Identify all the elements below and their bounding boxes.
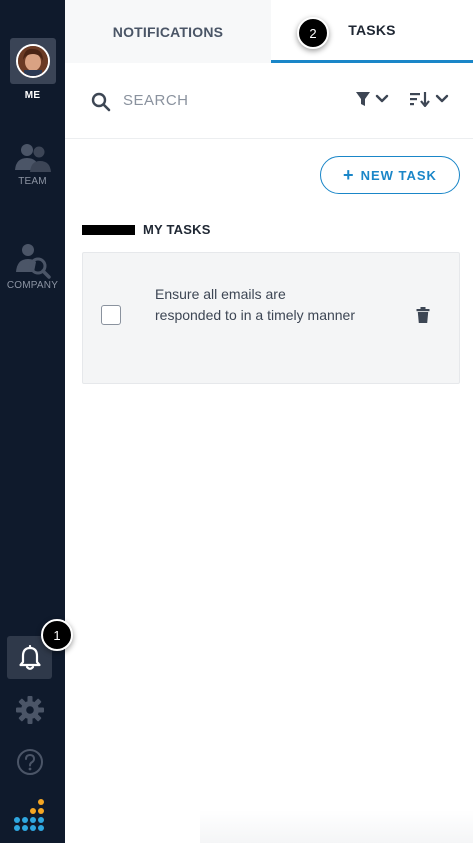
team-icon [14, 144, 51, 172]
sidebar-item-label: ME [24, 90, 41, 101]
trash-icon[interactable] [416, 307, 430, 323]
step-badge-2: 2 [297, 17, 329, 49]
sidebar-item-label: TEAM [18, 176, 47, 187]
step-badge-1: 1 [41, 619, 73, 651]
sort-icon [410, 92, 430, 107]
filter-dropdown[interactable] [355, 91, 389, 107]
bottom-fade [200, 810, 473, 843]
search-toolbar [65, 63, 473, 139]
filter-icon [356, 92, 370, 106]
chevron-down-icon [375, 94, 389, 103]
logo-icon [14, 799, 44, 831]
task-checkbox[interactable] [101, 305, 121, 325]
gear-icon[interactable] [14, 694, 46, 726]
sidebar-item-label: COMPANY [6, 280, 59, 291]
plus-icon: + [343, 164, 355, 185]
task-card: Ensure all emails are responded to in a … [82, 252, 460, 384]
bell-icon [18, 644, 41, 670]
tab-notifications[interactable]: NOTIFICATIONS [65, 0, 271, 63]
search-icon [91, 92, 111, 112]
avatar [15, 44, 50, 78]
new-task-label: NEW TASK [360, 167, 437, 183]
sidebar-item-me[interactable]: ME [0, 38, 65, 101]
tab-bar: NOTIFICATIONS TASKS [65, 0, 473, 63]
help-icon[interactable] [16, 748, 44, 776]
new-task-button[interactable]: + NEW TASK [320, 156, 460, 194]
redacted-block [82, 225, 135, 235]
search-input[interactable] [123, 87, 323, 113]
sidebar-item-team[interactable]: TEAM [0, 140, 65, 187]
sidebar: ME TEAM COMPANY [0, 0, 65, 843]
chevron-down-icon [435, 94, 449, 103]
avatar-container [9, 38, 56, 84]
sidebar-item-company[interactable]: COMPANY [0, 240, 65, 291]
company-search-icon [15, 244, 51, 279]
section-title: MY TASKS [143, 222, 211, 237]
task-text: Ensure all emails are responded to in a … [155, 286, 355, 323]
sort-dropdown[interactable] [409, 91, 449, 107]
